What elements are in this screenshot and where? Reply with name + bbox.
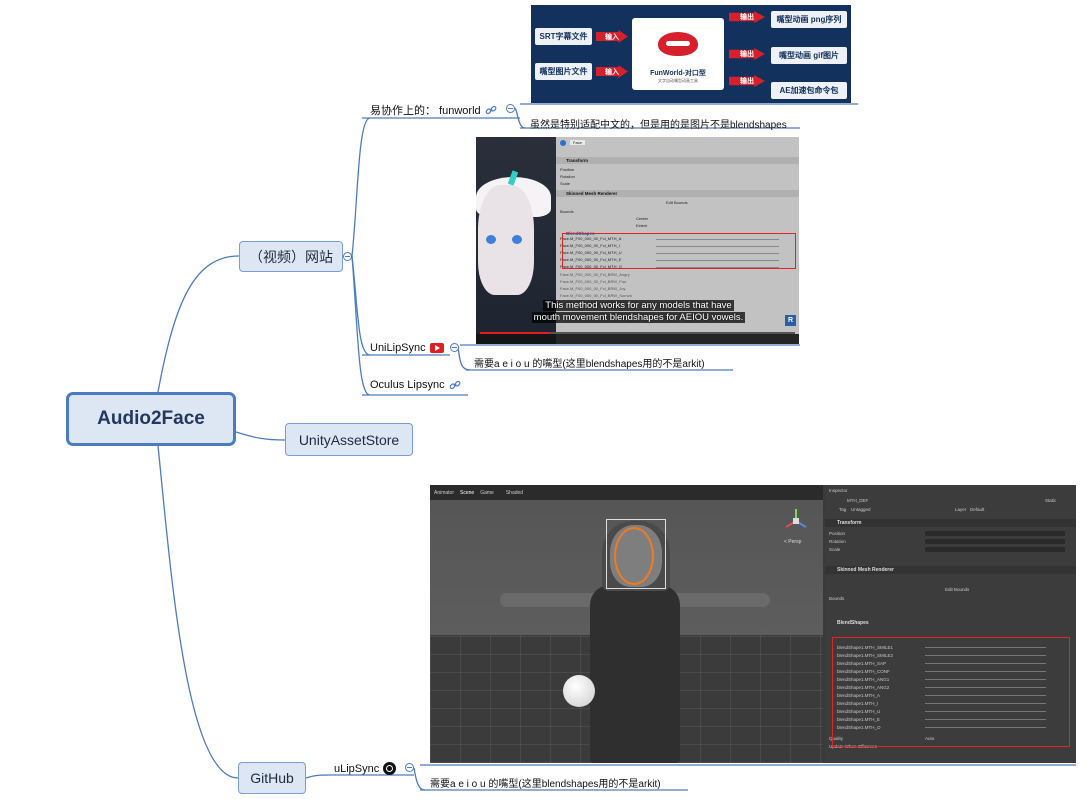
- lips-logo-icon: [658, 32, 698, 56]
- youtube-icon[interactable]: [429, 343, 444, 353]
- fw-output-png: 嘴型动画 png序列: [771, 11, 847, 28]
- topic-github[interactable]: GitHub: [238, 762, 306, 794]
- yt-transform-row: Rotation: [560, 174, 575, 179]
- layer-value: Default: [970, 507, 985, 512]
- collapse-funworld[interactable]: [506, 104, 515, 113]
- fw-center-logo: FunWorld-对口型 文字自动嘴型动画工具: [632, 18, 724, 90]
- yt-edit-bounds: Edit Bounds: [666, 200, 688, 205]
- yt-channel-badge: R: [785, 315, 796, 326]
- topic-github-label: GitHub: [250, 770, 294, 786]
- fw-arrow-in-2: 输入: [596, 65, 628, 78]
- scene-tab-bar: Animator Scene Game Shaded: [430, 485, 823, 500]
- yt-blendshape-row: Face.M_F00_000_00_Fcl_BRW_Fun: [560, 279, 627, 284]
- collapse-video-topic[interactable]: [343, 252, 352, 261]
- yt-extent-label: Extent: [636, 223, 648, 228]
- yt-object-name: Face: [570, 140, 585, 145]
- character-body: [590, 585, 680, 763]
- topic-video-sites-label: （视频）网站: [249, 248, 333, 265]
- note-funworld: 虽然是特别适配中文的，但是用的是图片不是blendshapes: [530, 120, 787, 131]
- scene-tab: Game: [480, 489, 494, 496]
- root-topic-label: Audio2Face: [97, 408, 205, 429]
- subtopic-ulipsync[interactable]: uLipSync: [334, 762, 397, 775]
- transform-field: [925, 547, 1065, 552]
- yt-transform-header: Transform: [556, 157, 799, 164]
- topic-unity-asset-store-label: UnityAssetStore: [298, 431, 400, 448]
- gameobject-icon: [560, 139, 566, 146]
- subtopic-unilipsync-label: UniLipSync: [370, 342, 426, 354]
- blendshapes-header: BlendShapes: [837, 620, 869, 626]
- character-eye-right: [512, 235, 522, 244]
- fw-arrow-out-3: 输出: [729, 75, 765, 87]
- yt-transform-row: Position: [560, 167, 575, 172]
- fw-brand-subtitle: 文字自动嘴型动画工具: [658, 78, 698, 83]
- subtopic-oculus-lipsync[interactable]: Oculus Lipsync: [370, 379, 461, 391]
- yt-caption-line2: mouth movement blendshapes for AEIOU vow…: [531, 312, 746, 323]
- fw-arrow-out-1: 输出: [729, 11, 765, 23]
- yt-blendshape-row: Face.M_F00_000_00_Fcl_BRW_Angry: [560, 272, 630, 277]
- bounds-label: Bounds: [829, 596, 845, 601]
- yt-object-name-row: Face: [560, 139, 795, 146]
- hyperlink-icon[interactable]: [449, 379, 461, 391]
- renderer-header: Skinned Mesh Renderer: [825, 566, 1076, 574]
- static-label: Static: [1045, 498, 1057, 503]
- transform-field: [925, 531, 1065, 536]
- transform-field: [925, 539, 1065, 544]
- fw-output-ae: AE加速包命令包: [771, 82, 847, 99]
- ulipsync-unity-screenshot: Animator Scene Game Shaded < Persp Inspe…: [430, 485, 1076, 763]
- unity-scene-view: Animator Scene Game Shaded < Persp: [430, 485, 823, 763]
- yt-highlight-box: [562, 233, 796, 269]
- transform-header: Transform: [825, 519, 1076, 527]
- fw-arrow-out-2: 输出: [729, 48, 765, 60]
- yt-renderer-header: Skinned Mesh Renderer: [556, 190, 799, 197]
- yt-caption: This method works for any models that ha…: [516, 300, 761, 324]
- yt-blendshape-row: Face.M_F00_000_00_Fcl_BRW_Joy: [560, 286, 626, 291]
- funworld-diagram-image: SRT字幕文件 嘴型图片文件 输入 输入 FunWorld-对口型 文字自动嘴型…: [531, 5, 851, 103]
- yt-transform-row: Scale: [560, 181, 571, 186]
- hyperlink-icon[interactable]: [485, 104, 497, 116]
- scene-tab: Animator: [434, 489, 455, 496]
- note-unilipsync: 需要a e i o u 的嘴型(这里blendshapes用的不是arkit): [474, 359, 705, 370]
- fw-output-gif: 嘴型动画 gif图片: [771, 47, 847, 64]
- subtopic-funworld[interactable]: 易协作上的： funworld: [370, 102, 497, 118]
- subtopic-oculus-label: Oculus Lipsync: [370, 379, 445, 391]
- yt-player-controls[interactable]: [476, 334, 799, 344]
- yt-caption-line1: This method works for any models that ha…: [543, 300, 734, 311]
- collapse-unilipsync[interactable]: [450, 343, 459, 352]
- edit-bounds: Edit Bounds: [945, 587, 970, 592]
- fw-brand-title: FunWorld-对口型: [650, 70, 706, 77]
- topic-video-sites[interactable]: （视频）网站: [239, 241, 343, 272]
- persp-label: < Persp: [784, 539, 802, 545]
- topic-unity-asset-store[interactable]: UnityAssetStore: [285, 423, 413, 456]
- yt-blendshape-row: Face.M_F00_000_00_Fcl_BRW_Sorrow: [560, 293, 632, 298]
- yt-center-label: Center: [636, 216, 649, 221]
- root-topic[interactable]: Audio2Face: [66, 392, 236, 446]
- inspector-tab: Inspector: [829, 488, 848, 493]
- light-probe-sphere: [563, 675, 595, 707]
- github-icon[interactable]: [383, 762, 397, 775]
- scene-tab: Scene: [460, 489, 475, 496]
- object-name: MTH_DEF: [847, 498, 869, 503]
- inspector-highlight-box: [832, 637, 1070, 747]
- fw-input-srt: SRT字幕文件: [535, 28, 592, 45]
- subtopic-unilipsync[interactable]: UniLipSync: [370, 342, 444, 354]
- character-eye-left: [486, 235, 496, 244]
- collapse-ulipsync[interactable]: [405, 763, 414, 772]
- bounds-box: [606, 519, 666, 589]
- fw-input-images: 嘴型图片文件: [535, 63, 592, 80]
- subtopic-funworld-label: 易协作上的： funworld: [370, 105, 481, 117]
- shading-mode: Shaded: [505, 489, 524, 496]
- unilipsync-video-thumbnail[interactable]: Face Transform Position Rotation Scale S…: [476, 137, 799, 344]
- yt-bounds-label: Bounds: [560, 209, 574, 214]
- subtopic-ulipsync-label: uLipSync: [334, 762, 380, 775]
- fw-arrow-in-1: 输入: [596, 30, 628, 43]
- note-ulipsync: 需要a e i o u 的嘴型(这里blendshapes用的不是arkit): [430, 779, 661, 790]
- scene-gizmo-icon[interactable]: [782, 507, 810, 535]
